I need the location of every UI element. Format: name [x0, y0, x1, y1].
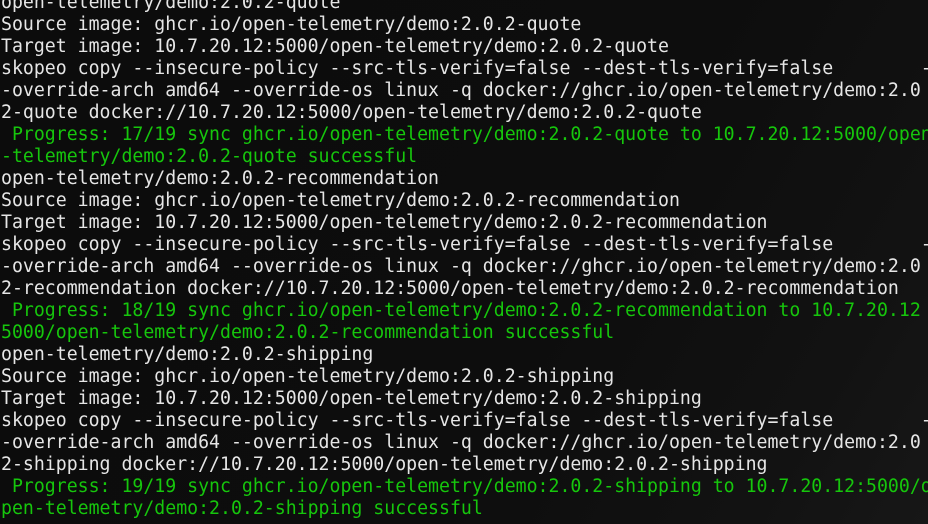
output-line: open-telemetry/demo:2.0.2-quote	[1, 0, 341, 13]
output-line: skopeo copy --insecure-policy --src-tls-…	[1, 234, 928, 255]
output-line: skopeo copy --insecure-policy --src-tls-…	[1, 58, 928, 79]
output-line: open-telemetry/demo:2.0.2-recommendation	[1, 168, 439, 189]
progress-line: -telemetry/demo:2.0.2-quote successful	[1, 146, 418, 167]
output-line: skopeo copy --insecure-policy --src-tls-…	[1, 410, 928, 431]
progress-line: 5000/open-telemetry/demo:2.0.2-recommend…	[1, 322, 615, 343]
output-line: 2-quote docker://10.7.20.12:5000/open-te…	[1, 102, 702, 123]
output-line: Target image: 10.7.20.12:5000/open-telem…	[1, 388, 702, 409]
terminal-output: open-telemetry/demo:2.0.2-quote Source i…	[1, 0, 928, 520]
output-line: -override-arch amd64 --override-os linux…	[1, 256, 921, 277]
progress-line: Progress: 19/19 sync ghcr.io/open-teleme…	[1, 476, 928, 497]
output-line: 2-recommendation docker://10.7.20.12:500…	[1, 278, 899, 299]
output-line: -override-arch amd64 --override-os linux…	[1, 80, 921, 101]
progress-line: Progress: 18/19 sync ghcr.io/open-teleme…	[1, 300, 921, 321]
output-line: -override-arch amd64 --override-os linux…	[1, 432, 921, 453]
output-line: Target image: 10.7.20.12:5000/open-telem…	[1, 212, 768, 233]
output-line: open-telemetry/demo:2.0.2-shipping	[1, 344, 374, 365]
output-line: 2-shipping docker://10.7.20.12:5000/open…	[1, 454, 768, 475]
output-line: Source image: ghcr.io/open-telemetry/dem…	[1, 366, 615, 387]
progress-line: Progress: 17/19 sync ghcr.io/open-teleme…	[1, 124, 928, 145]
output-line: Target image: 10.7.20.12:5000/open-telem…	[1, 36, 669, 57]
output-line: Source image: ghcr.io/open-telemetry/dem…	[1, 190, 680, 211]
progress-line: pen-telemetry/demo:2.0.2-shipping succes…	[1, 498, 483, 519]
output-line: Source image: ghcr.io/open-telemetry/dem…	[1, 14, 582, 35]
terminal-window[interactable]: open-telemetry/demo:2.0.2-quote Source i…	[0, 0, 928, 524]
